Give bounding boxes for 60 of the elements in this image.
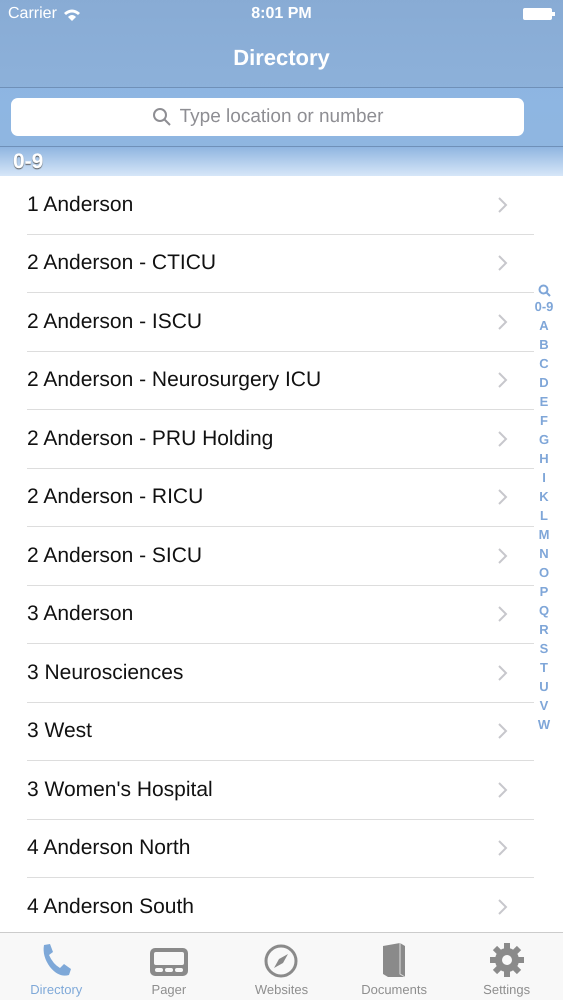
- search-icon: [152, 107, 172, 127]
- chevron-icon: [498, 372, 508, 388]
- directory-row[interactable]: 2 Anderson - RICU: [27, 468, 534, 527]
- directory-row[interactable]: 3 Neurosciences: [27, 644, 534, 702]
- index-letter[interactable]: I: [542, 468, 546, 487]
- chevron-icon: [498, 196, 508, 213]
- section-header: 0-9: [13, 150, 44, 174]
- battery-icon: [523, 8, 555, 20]
- index-letter[interactable]: F: [540, 411, 548, 430]
- directory-row[interactable]: 2 Anderson - Neurosurgery ICU: [27, 352, 534, 410]
- index-letter[interactable]: E: [540, 392, 548, 411]
- chevron-icon: [498, 430, 508, 447]
- index-letter[interactable]: T: [540, 658, 548, 677]
- index-letter[interactable]: K: [539, 487, 549, 506]
- screen-title: Directory: [233, 44, 330, 70]
- directory-row[interactable]: 2 Anderson - CTICU: [27, 234, 534, 293]
- chevron-icon: [498, 664, 508, 681]
- chevron-icon: [498, 782, 508, 798]
- index-letter[interactable]: S: [540, 639, 548, 658]
- index-letter[interactable]: G: [538, 430, 550, 449]
- directory-row[interactable]: 2 Anderson - SICU: [27, 527, 534, 586]
- index-letter[interactable]: M: [538, 525, 550, 544]
- chevron-icon: [498, 314, 508, 330]
- index-letter[interactable]: V: [540, 696, 548, 715]
- directory-row[interactable]: 4 Anderson North: [27, 820, 534, 878]
- chevron-icon: [498, 548, 508, 564]
- index-letter[interactable]: D: [539, 373, 549, 392]
- index-letter[interactable]: H: [539, 449, 549, 468]
- chevron-icon: [498, 255, 508, 272]
- index-letter[interactable]: 0-9: [534, 297, 554, 316]
- compass-icon: [264, 944, 298, 978]
- chevron-icon: [498, 489, 508, 506]
- clock-time: 8:01 PM: [251, 5, 312, 23]
- carrier-name: Carrier: [8, 5, 57, 23]
- index-letter[interactable]: O: [538, 563, 550, 582]
- directory-row[interactable]: 2 Anderson - ISCU: [27, 293, 534, 352]
- search-icon[interactable]: [538, 284, 550, 297]
- index-letter[interactable]: W: [538, 715, 550, 734]
- directory-row[interactable]: 3 Women's Hospital: [27, 761, 534, 820]
- directory-row[interactable]: 3 Anderson: [27, 586, 534, 644]
- index-letter[interactable]: P: [540, 582, 548, 601]
- index-letter[interactable]: L: [540, 506, 548, 525]
- index-letter[interactable]: U: [539, 677, 549, 696]
- pager-icon: [148, 946, 189, 978]
- chevron-icon: [498, 723, 508, 740]
- index-letter[interactable]: Q: [538, 601, 550, 620]
- index-letter[interactable]: N: [539, 544, 549, 563]
- chevron-icon: [498, 840, 508, 856]
- index-letter[interactable]: R: [539, 620, 549, 639]
- chevron-icon: [498, 898, 508, 915]
- directory-row[interactable]: 3 West: [27, 702, 534, 761]
- gear-icon: [488, 942, 525, 978]
- index-letter[interactable]: A: [539, 316, 549, 335]
- index-letter[interactable]: B: [539, 335, 549, 354]
- directory-row[interactable]: 1 Anderson: [27, 176, 534, 234]
- directory-row[interactable]: 2 Anderson - PRU Holding: [27, 410, 534, 468]
- index-letter[interactable]: C: [539, 354, 549, 373]
- wifi-icon: [62, 8, 81, 20]
- chevron-icon: [498, 606, 508, 622]
- search-field[interactable]: Type location or number: [11, 98, 524, 136]
